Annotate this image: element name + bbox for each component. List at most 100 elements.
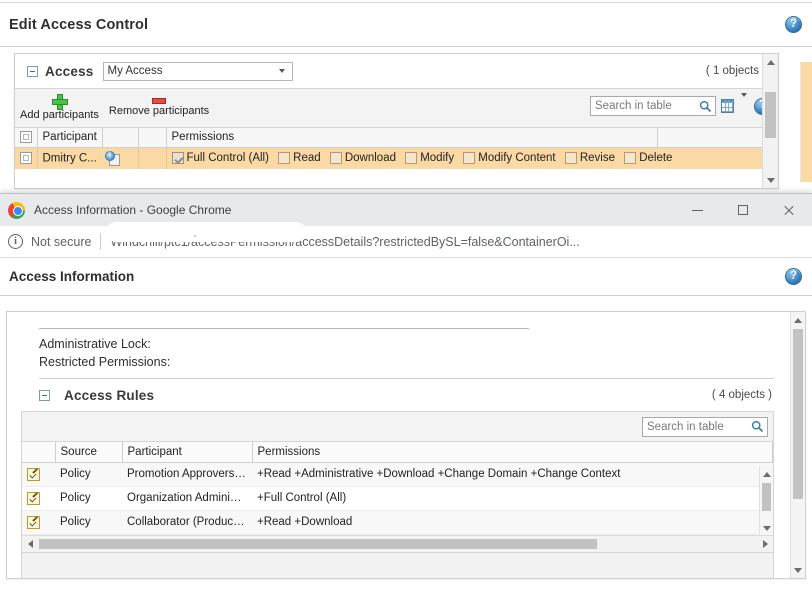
scroll-thumb[interactable]: [765, 92, 776, 138]
permission-label: Download: [345, 152, 396, 164]
site-info-icon[interactable]: i: [8, 234, 23, 249]
column-header-permissions[interactable]: Permissions: [252, 442, 773, 462]
permission-checkbox[interactable]: [624, 152, 636, 164]
select-all-header[interactable]: [15, 128, 37, 147]
permission-download[interactable]: Download: [330, 152, 396, 164]
close-icon: [783, 204, 795, 216]
permission-checkbox[interactable]: [330, 152, 342, 164]
rule-icon-cell: [22, 462, 55, 486]
search-icon[interactable]: [696, 97, 715, 115]
policy-rule-icon[interactable]: [27, 468, 40, 481]
help-icon[interactable]: ?: [785, 16, 802, 33]
rule-source: Policy: [55, 486, 122, 510]
table-row[interactable]: Policy Collaborator (Product ... +Read +…: [22, 510, 773, 534]
close-button[interactable]: [766, 194, 812, 226]
rule-source: Policy: [55, 510, 122, 534]
scroll-left-button[interactable]: [22, 535, 38, 552]
omnibar-divider: [100, 233, 101, 250]
scroll-right-button[interactable]: [757, 535, 773, 552]
scroll-thumb[interactable]: [793, 329, 803, 499]
permission-checkbox[interactable]: [172, 152, 184, 164]
table-row[interactable]: Policy Promotion Approvers (... +Read +A…: [22, 462, 773, 486]
permission-modify[interactable]: Modify: [405, 152, 454, 164]
minimize-button[interactable]: [674, 194, 720, 226]
column-header-blank-1[interactable]: [102, 128, 138, 147]
permission-checkbox[interactable]: [405, 152, 417, 164]
permission-modify-content[interactable]: Modify Content: [463, 152, 555, 164]
column-header-blank-3[interactable]: [658, 128, 778, 147]
background-orange-strip: [800, 62, 812, 182]
scroll-down-button[interactable]: [763, 172, 778, 188]
spacer-cell: [138, 147, 166, 169]
access-rules-title: Access Rules: [64, 388, 154, 403]
chrome-browser-window: Access Information - Google Chrome i Not…: [0, 193, 812, 589]
policy-rule-icon[interactable]: [27, 492, 40, 505]
permission-delete[interactable]: Delete: [624, 152, 672, 164]
access-section-label: Access: [45, 64, 94, 79]
permission-revise[interactable]: Revise: [565, 152, 615, 164]
panel-vertical-scrollbar[interactable]: [762, 54, 778, 188]
permission-label: Modify: [420, 152, 454, 164]
select-all-checkbox[interactable]: [20, 131, 32, 143]
scroll-up-button[interactable]: [763, 54, 778, 70]
scroll-thumb[interactable]: [39, 539, 597, 549]
search-input[interactable]: [643, 418, 748, 436]
remove-participants-label: Remove participants: [109, 105, 209, 117]
row-select-cell[interactable]: [15, 147, 37, 169]
permission-read[interactable]: Read: [278, 152, 321, 164]
access-rules-toolbar: [22, 412, 773, 442]
scroll-up-button[interactable]: [791, 312, 805, 328]
maximize-button[interactable]: [720, 194, 766, 226]
permission-checkbox[interactable]: [565, 152, 577, 164]
column-header-source[interactable]: Source: [55, 442, 122, 462]
property-administrative-lock: Administrative Lock:: [39, 337, 774, 351]
collapse-toggle-icon[interactable]: [27, 66, 38, 77]
permission-label: Modify Content: [478, 152, 555, 164]
permission-checkbox[interactable]: [278, 152, 290, 164]
window-title: Access Information - Google Chrome: [34, 203, 231, 217]
table-row[interactable]: Policy Organization Administ... +Full Co…: [22, 486, 773, 510]
permission-label: Read: [293, 152, 321, 164]
rule-source: Policy: [55, 462, 122, 486]
card-vertical-scrollbar[interactable]: [790, 312, 805, 578]
search-input[interactable]: [591, 97, 696, 115]
top-divider: [39, 328, 529, 329]
participants-table: Participant Permissions Dmitry C... i: [15, 128, 778, 169]
row-checkbox[interactable]: [20, 152, 32, 164]
search-in-table-box[interactable]: [590, 96, 716, 116]
scroll-up-button[interactable]: [760, 466, 773, 482]
search-icon[interactable]: [748, 418, 767, 436]
rules-vertical-scrollbar[interactable]: [759, 466, 773, 535]
scroll-down-button[interactable]: [791, 562, 805, 578]
permission-full-control[interactable]: Full Control (All): [172, 152, 269, 164]
table-view-chevron-down-icon[interactable]: [739, 97, 749, 115]
maximize-icon: [738, 205, 748, 215]
participant-info-icon[interactable]: i: [105, 151, 120, 166]
rule-permissions: +Read +Download: [252, 510, 773, 534]
table-tools: ?: [590, 96, 771, 116]
policy-rule-icon[interactable]: [27, 516, 40, 529]
add-participants-button[interactable]: Add participants: [15, 91, 104, 121]
column-header-participant[interactable]: Participant: [122, 442, 252, 462]
column-header-participant[interactable]: Participant: [37, 128, 102, 147]
scroll-thumb[interactable]: [762, 483, 771, 511]
access-type-select[interactable]: My Access: [103, 62, 293, 81]
permission-checkbox[interactable]: [463, 152, 475, 164]
rule-icon-cell: [22, 486, 55, 510]
collapse-toggle-icon[interactable]: [39, 390, 50, 401]
participant-cell: Dmitry C... i: [37, 147, 138, 169]
access-type-selected-value: My Access: [108, 65, 163, 77]
page-title: Edit Access Control: [9, 17, 148, 33]
rules-horizontal-scrollbar[interactable]: [22, 535, 773, 552]
search-in-table-box[interactable]: [642, 417, 768, 437]
column-header-blank-2[interactable]: [138, 128, 166, 147]
permissions-cell: Full Control (All) Read Download Mo: [166, 147, 778, 169]
access-rules-table-body: Policy Promotion Approvers (... +Read +A…: [22, 462, 773, 534]
access-section-header: Access My Access ( 1 objects ): [15, 54, 778, 88]
help-icon[interactable]: ?: [785, 268, 802, 285]
column-header-icon[interactable]: [22, 442, 55, 462]
remove-participants-button[interactable]: Remove participants: [104, 91, 214, 117]
column-header-permissions[interactable]: Permissions: [166, 128, 658, 147]
table-view-icon[interactable]: [721, 99, 734, 113]
table-row[interactable]: Dmitry C... i Full Control (All) Read: [15, 147, 778, 169]
